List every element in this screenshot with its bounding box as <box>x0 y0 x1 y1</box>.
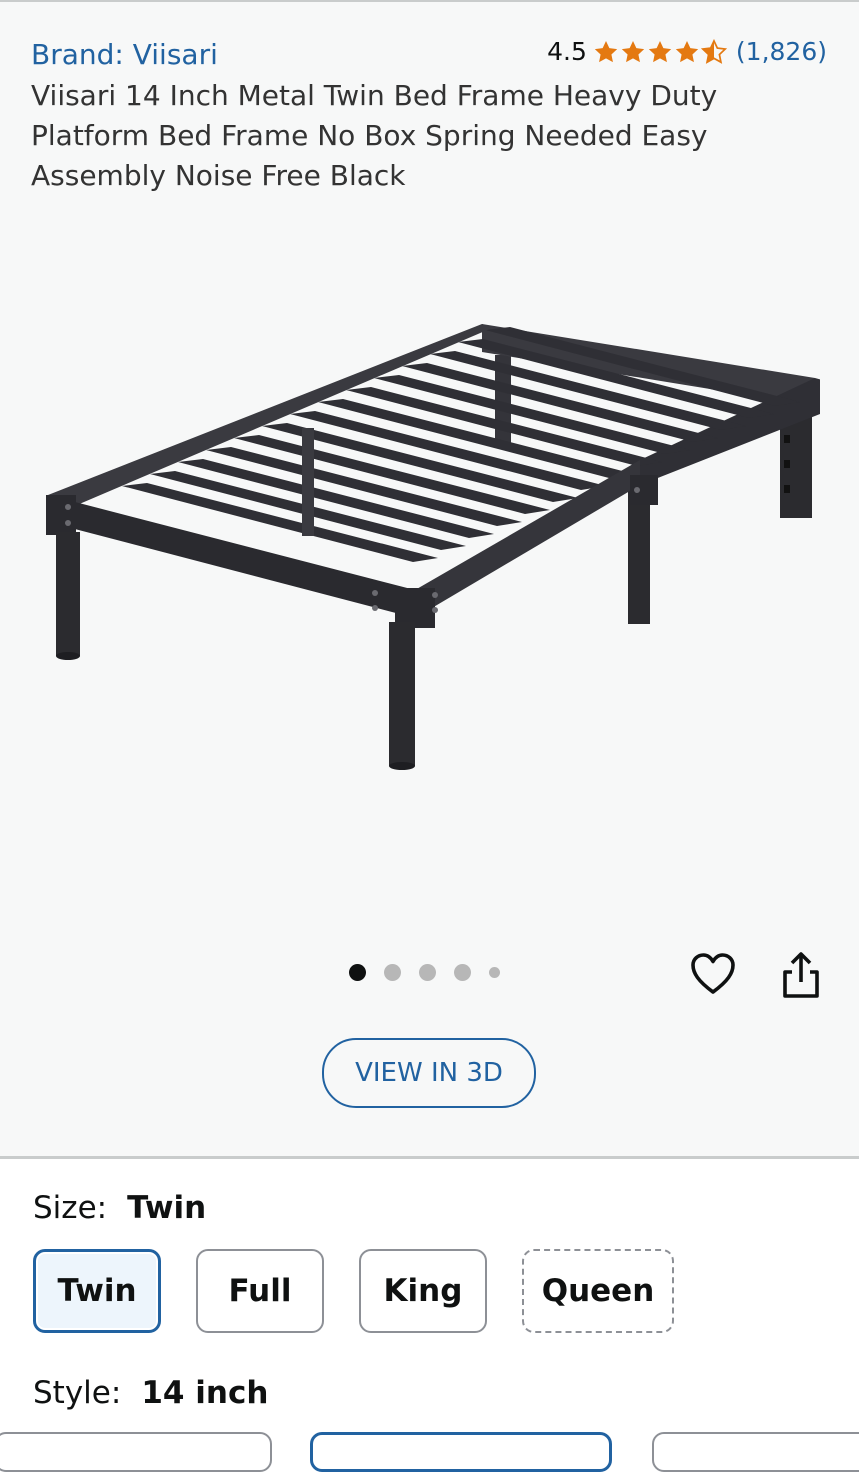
size-selector-label: Size: Twin <box>33 1190 206 1226</box>
star-full-icon <box>621 40 645 62</box>
image-carousel-indicator[interactable] <box>349 964 518 981</box>
style-option-partial[interactable] <box>0 1432 272 1472</box>
size-option-twin[interactable]: Twin <box>33 1249 161 1333</box>
rating-stars <box>593 38 728 65</box>
style-selector-label: Style: 14 inch <box>33 1375 268 1411</box>
star-full-icon <box>648 40 672 62</box>
rating-count-link[interactable]: (1,826) <box>736 37 827 66</box>
product-image[interactable] <box>40 310 820 780</box>
style-selected-value: 14 inch <box>141 1375 269 1411</box>
style-option-partial[interactable] <box>652 1432 859 1472</box>
carousel-dot[interactable] <box>419 964 436 981</box>
size-label: Size: <box>33 1190 108 1226</box>
rating-value: 4.5 <box>547 37 587 66</box>
rating-summary[interactable]: 4.5 (1,826) <box>547 37 827 66</box>
product-title: Viisari 14 Inch Metal Twin Bed Frame Hea… <box>31 79 718 192</box>
section-divider <box>0 1156 859 1159</box>
size-option-queen[interactable]: Queen <box>522 1249 674 1333</box>
star-half-icon <box>700 38 727 64</box>
star-full-icon <box>675 40 699 62</box>
brand-link[interactable]: Brand: Viisari <box>31 38 218 71</box>
share-icon[interactable] <box>779 950 823 1000</box>
carousel-dot[interactable] <box>489 967 500 978</box>
size-option-full[interactable]: Full <box>196 1249 324 1333</box>
style-option-selected-partial[interactable] <box>310 1432 612 1472</box>
heart-outline-icon[interactable] <box>690 952 736 996</box>
view-in-3d-button[interactable]: VIEW IN 3D <box>322 1038 536 1108</box>
style-label: Style: <box>33 1375 122 1411</box>
size-option-king[interactable]: King <box>359 1249 487 1333</box>
carousel-dot[interactable] <box>384 964 401 981</box>
star-full-icon <box>594 40 618 62</box>
size-selected-value: Twin <box>127 1190 207 1226</box>
carousel-dot[interactable] <box>454 964 471 981</box>
carousel-dot[interactable] <box>349 964 366 981</box>
size-options: Twin Full King Queen <box>33 1249 709 1333</box>
